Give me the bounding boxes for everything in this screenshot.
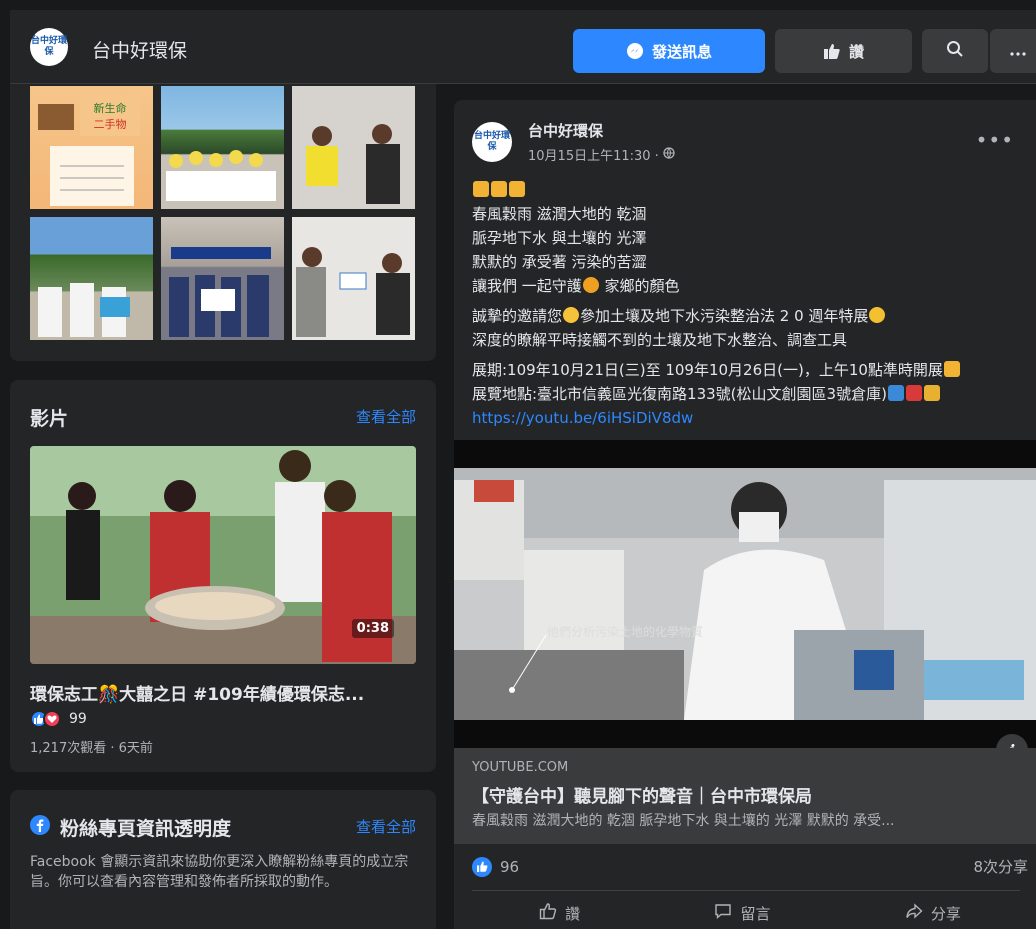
transparency-heading: 粉絲專頁資訊透明度	[30, 814, 231, 841]
post-line: 春風穀雨 滋潤大地的 乾涸	[472, 205, 647, 223]
party-popper-emojis	[472, 178, 1028, 202]
search-icon	[946, 40, 964, 62]
post-like-count: 96	[500, 857, 520, 876]
videos-card: 影片 查看全部 0:38 環保志工🎊大囍之日 #109年績優環保志... 99 …	[10, 380, 436, 772]
like-page-button[interactable]: 讚	[775, 29, 912, 73]
blush-face-icon	[869, 307, 886, 323]
post-author-avatar[interactable]: 台中好環保	[472, 122, 512, 162]
more-button[interactable]	[990, 29, 1036, 73]
party-popper-icon	[943, 361, 960, 377]
video-preview[interactable]: 他們分析污染土地的化學物質 i	[454, 440, 1036, 748]
post-line-part: 誠摯的邀請您	[472, 307, 563, 325]
share-icon	[905, 902, 923, 924]
post-like-button[interactable]: 讚	[519, 896, 600, 929]
post-line-part: 參加土壤及地下水污染整治法 2 0 週年特展	[580, 307, 869, 325]
post-youtube-link[interactable]: https://youtu.be/6iHSiDiV8dw	[472, 406, 1028, 430]
love-reaction-icon	[43, 710, 61, 728]
post-line: 脈孕地下水 與土壤的 光澤	[472, 229, 647, 247]
post-line-part: 展覽地點:臺北市信義區光復南路133號(松山文創園區3號倉庫)	[472, 385, 887, 403]
transparency-title: 粉絲專頁資訊透明度	[60, 818, 232, 840]
video-duration: 0:38	[351, 619, 394, 638]
video-caption: 他們分析污染土地的化學物質	[547, 625, 704, 639]
more-icon	[1010, 42, 1026, 60]
wave-icon	[563, 307, 580, 323]
bus-icon	[887, 385, 904, 401]
post-line: 深度的瞭解平時接觸不到的土壤及地下水整治、調查工具	[472, 331, 848, 349]
page-header: 台中好環保 台中好環保 發送訊息 讚	[10, 10, 1036, 84]
avatar-text: 台中好環保	[473, 131, 510, 152]
post-line-part: 展期:109年10月21日(三)至 109年10月26日(一)，上午10點準時開…	[472, 361, 943, 379]
link-description: 春風穀雨 滋潤大地的 乾涸 脈孕地下水 與土壤的 光澤 默默的 承受...	[472, 813, 895, 829]
transparency-see-all-link[interactable]: 查看全部	[356, 816, 416, 837]
post-line-part: 家鄉的顏色	[599, 277, 680, 295]
post-actions: 讚 留言 分享	[472, 896, 1028, 929]
video-reactions[interactable]: 99	[30, 710, 87, 728]
party-popper-icon	[491, 181, 507, 197]
post-author-name[interactable]: 台中好環保	[528, 120, 603, 141]
search-button[interactable]	[922, 29, 988, 73]
messenger-icon	[626, 42, 644, 60]
like-page-label: 讚	[848, 42, 864, 61]
post-share-count[interactable]: 8次分享	[973, 856, 1028, 877]
post-time-text: 10月15日上午11:30 ·	[528, 149, 659, 164]
post-line: 誠摯的邀請您 參加土壤及地下水污染整治法 2 0 週年特展	[472, 304, 1028, 328]
post-reactions[interactable]: 96	[472, 856, 519, 877]
logo-text: 台中好環保	[30, 36, 67, 57]
thumbs-up-icon	[823, 42, 841, 60]
link-title: 【守護台中】聽見腳下的聲音｜台中市環保局	[472, 787, 812, 807]
svg-text:新生命: 新生命	[94, 101, 127, 115]
photo-thumbnail[interactable]	[30, 217, 153, 340]
comment-icon	[714, 902, 732, 924]
post-share-button[interactable]: 分享	[885, 896, 981, 929]
send-message-button[interactable]: 發送訊息	[573, 29, 765, 73]
photo-thumbnail[interactable]	[292, 217, 415, 340]
party-popper-icon	[509, 181, 525, 197]
page-logo[interactable]: 台中好環保	[30, 28, 68, 66]
photo-thumbnail[interactable]	[161, 86, 284, 209]
video-thumbnail[interactable]: 0:38	[30, 446, 416, 664]
post-like-label: 讚	[565, 904, 581, 923]
photo-thumbnail[interactable]	[161, 217, 284, 340]
globe-icon	[663, 146, 675, 163]
thumbs-up-outline-icon	[539, 902, 557, 924]
photos-card: 新生命 二手物	[10, 84, 436, 361]
post-share-label: 分享	[930, 904, 961, 923]
photo-thumbnail[interactable]: 新生命 二手物	[30, 86, 153, 209]
video-meta: 1,217次觀看 · 6天前	[30, 741, 153, 756]
post-text: 春風穀雨 滋潤大地的 乾涸 脈孕地下水 與土壤的 光澤 默默的 承受著 污染的苦…	[472, 178, 1028, 430]
link-preview[interactable]: YOUTUBE.COM 【守護台中】聽見腳下的聲音｜台中市環保局 春風穀雨 滋潤…	[454, 748, 1036, 844]
videos-see-all-link[interactable]: 查看全部	[356, 406, 416, 427]
photo-thumbnail[interactable]	[292, 86, 415, 209]
post-more-options-icon[interactable]: •••	[976, 128, 1014, 152]
link-domain: YOUTUBE.COM	[472, 760, 569, 775]
post-line: 默默的 承受著 污染的苦澀	[472, 253, 647, 271]
svg-text:二手物: 二手物	[94, 117, 127, 131]
facebook-icon	[30, 815, 50, 840]
post-card: 台中好環保 台中好環保 10月15日上午11:30 · ••• 春風穀雨 滋潤大…	[454, 100, 1036, 929]
transparency-description: Facebook 會顯示資訊來協助你更深入瞭解粉絲專頁的成立宗旨。你可以查看內容…	[30, 854, 409, 890]
scooter-icon	[923, 385, 940, 401]
post-line: 展期:109年10月21日(三)至 109年10月26日(一)，上午10點準時開…	[472, 358, 1028, 382]
party-popper-icon	[473, 181, 489, 197]
post-line: 讓我們 一起守護 家鄉的顏色	[472, 274, 1028, 298]
post-line-part: 讓我們 一起守護	[472, 277, 582, 295]
post-stats: 96 8次分享	[472, 856, 1028, 877]
car-icon	[905, 385, 922, 401]
page-name[interactable]: 台中好環保	[92, 36, 187, 63]
fist-icon	[582, 277, 599, 293]
video-reaction-count: 99	[69, 711, 87, 727]
video-title[interactable]: 環保志工🎊大囍之日 #109年績優環保志...	[30, 680, 364, 705]
divider	[472, 890, 1020, 891]
post-line: 展覽地點:臺北市信義區光復南路133號(松山文創園區3號倉庫)	[472, 382, 1028, 406]
transparency-card: 粉絲專頁資訊透明度 查看全部 Facebook 會顯示資訊來協助你更深入瞭解粉絲…	[10, 790, 436, 929]
send-message-label: 發送訊息	[651, 42, 712, 61]
post-comment-label: 留言	[740, 904, 771, 923]
post-timestamp[interactable]: 10月15日上午11:30 ·	[528, 145, 675, 164]
post-comment-button[interactable]: 留言	[694, 896, 790, 929]
like-reaction-icon	[472, 856, 492, 877]
videos-title: 影片	[30, 408, 69, 430]
